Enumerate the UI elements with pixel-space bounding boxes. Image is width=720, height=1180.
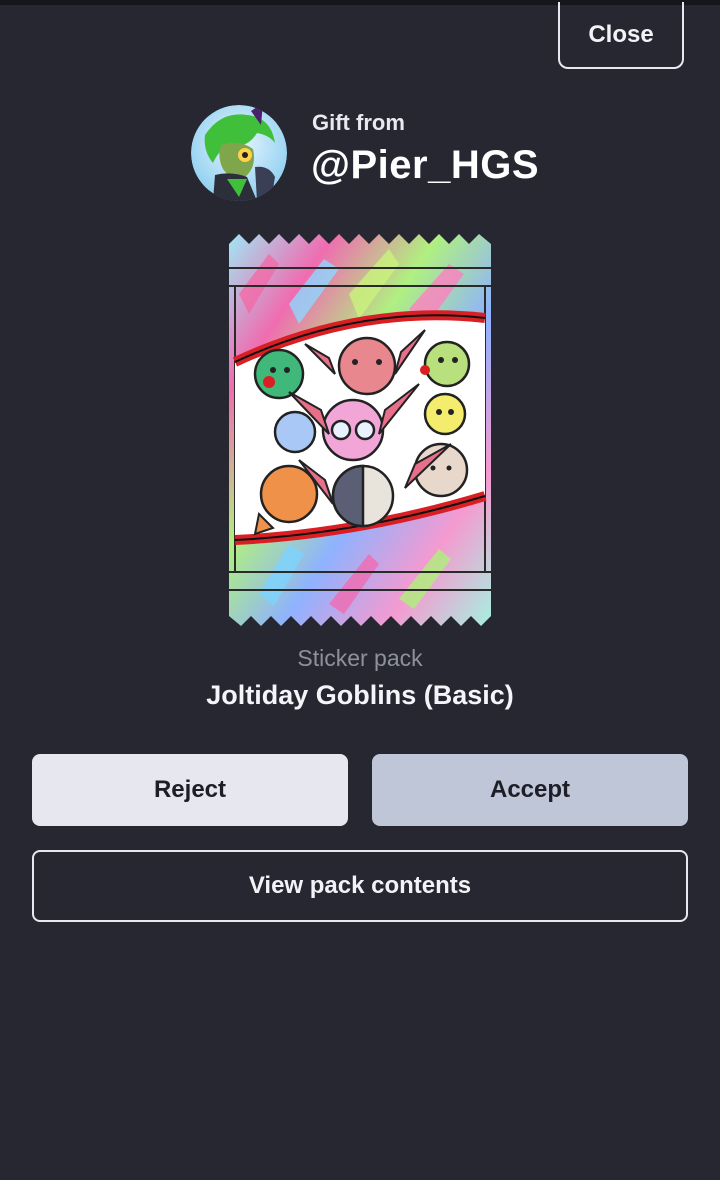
- pack-name: Joltiday Goblins (Basic): [206, 680, 514, 710]
- sticker-pack-image: [229, 234, 491, 626]
- view-pack-contents-button[interactable]: View pack contents: [32, 850, 688, 922]
- reject-button[interactable]: Reject: [32, 754, 348, 826]
- close-button[interactable]: Close: [558, 2, 684, 69]
- pack-type-label: Sticker pack: [297, 645, 423, 671]
- sender-avatar: [191, 105, 287, 201]
- accept-button[interactable]: Accept: [372, 754, 688, 826]
- gift-from-label: Gift from: [312, 110, 405, 135]
- sender-username[interactable]: @Pier_HGS: [311, 143, 539, 188]
